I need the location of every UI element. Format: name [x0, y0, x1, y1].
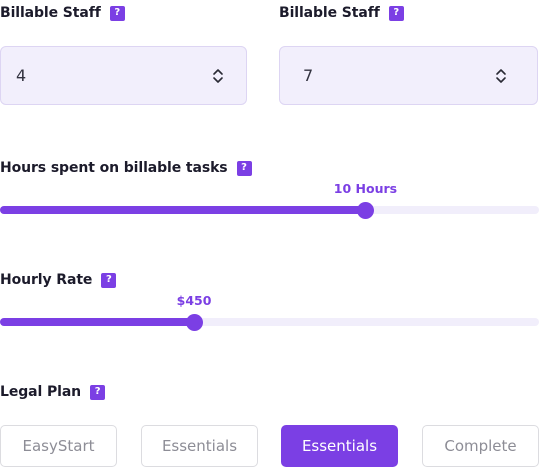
billable-staff-value: 7: [303, 66, 314, 85]
rate-slider-track[interactable]: [0, 313, 539, 331]
hours-slider-track[interactable]: [0, 201, 539, 219]
hours-label-text: Hours spent on billable tasks: [0, 160, 228, 176]
rate-slider-thumb[interactable]: [185, 313, 203, 331]
help-question-icon[interactable]: ?: [101, 272, 117, 288]
rate-value-label: $450: [176, 293, 212, 308]
help-question-icon[interactable]: ?: [90, 384, 106, 400]
billable-staff-label-text: Billable Staff: [279, 5, 380, 21]
rate-slider-fill: [0, 318, 195, 326]
chevron-up-down-icon: [213, 68, 223, 83]
legal-plan-label: Legal Plan ?: [0, 384, 106, 400]
billable-staff-label-text: Billable Staff: [0, 5, 101, 21]
billable-staff-label-right: Billable Staff ?: [279, 5, 404, 21]
hours-label: Hours spent on billable tasks ?: [0, 160, 252, 176]
chevron-up-down-icon: [496, 68, 506, 83]
plan-easystart-button[interactable]: EasyStart: [0, 425, 117, 467]
plan-complete-button[interactable]: Complete: [422, 425, 539, 467]
hourly-rate-label: Hourly Rate ?: [0, 272, 117, 288]
hours-value-label: 10 Hours: [333, 181, 398, 196]
help-question-icon[interactable]: ?: [109, 5, 125, 21]
hours-slider-thumb[interactable]: [356, 201, 374, 219]
hours-slider-fill: [0, 206, 366, 214]
help-question-icon[interactable]: ?: [388, 5, 404, 21]
plan-essentials-selected-button[interactable]: Essentials: [281, 425, 398, 467]
help-question-icon[interactable]: ?: [236, 160, 252, 176]
hourly-rate-label-text: Hourly Rate: [0, 272, 93, 288]
billable-staff-select-left[interactable]: 4: [0, 46, 247, 105]
billable-staff-label-left: Billable Staff ?: [0, 5, 125, 21]
legal-plan-label-text: Legal Plan: [0, 384, 82, 400]
plan-essentials-button[interactable]: Essentials: [141, 425, 258, 467]
billable-staff-select-right[interactable]: 7: [279, 46, 538, 105]
billable-staff-value: 4: [16, 66, 27, 85]
